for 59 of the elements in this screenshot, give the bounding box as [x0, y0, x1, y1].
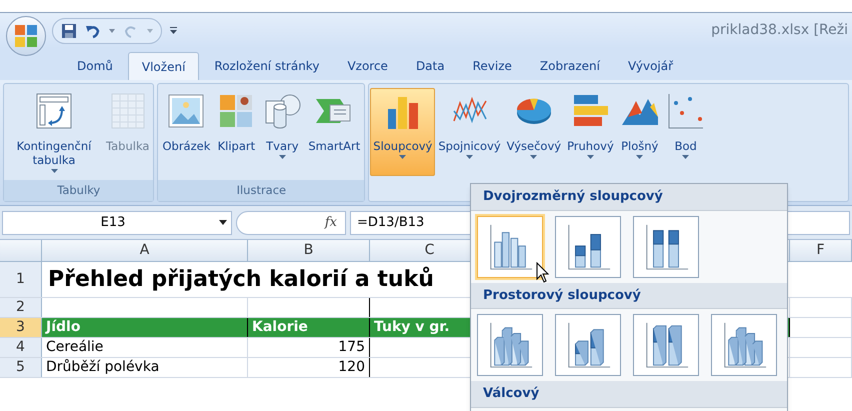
sheet-title: Přehled přijatých kalorií a tuků: [47, 266, 434, 294]
column-header[interactable]: A: [42, 240, 248, 261]
chart-subtype-button[interactable]: [477, 314, 543, 376]
ribbon-button[interactable]: Kontingenční tabulka: [5, 88, 103, 178]
row-header[interactable]: 5: [0, 358, 42, 377]
group-label: Ilustrace: [158, 180, 364, 201]
ribbon-tab[interactable]: Vložení: [128, 52, 200, 80]
column-header[interactable]: F: [790, 240, 852, 261]
chart-subtype-button[interactable]: [477, 216, 543, 278]
column-header[interactable]: B: [248, 240, 370, 261]
mouse-cursor-icon: [536, 262, 550, 284]
column-title: Kalorie: [252, 318, 308, 337]
ribbon-tab[interactable]: Rozložení stránky: [201, 52, 332, 80]
office-button[interactable]: [6, 16, 46, 56]
column-title: Tuky v gr.: [374, 318, 450, 337]
column-title: Jídlo: [46, 318, 80, 337]
ribbon-button[interactable]: Pruhový: [564, 88, 617, 176]
name-box[interactable]: E13: [2, 210, 232, 234]
pivot-table-icon: [34, 91, 74, 131]
table-cell-text: Drůběží polévka: [46, 358, 160, 377]
table-cell-text: Cereálie: [46, 338, 104, 357]
caret-icon: [218, 220, 227, 225]
ribbon-button[interactable]: Bod: [662, 88, 709, 176]
office-logo-icon: [14, 24, 38, 48]
ribbon-button[interactable]: Tvary: [259, 88, 306, 176]
row-header[interactable]: 4: [0, 338, 42, 357]
ribbon-button[interactable]: Sloupcový: [370, 88, 436, 176]
chart-subtype-button[interactable]: [555, 216, 621, 278]
save-icon[interactable]: [61, 22, 77, 38]
ribbon-tab[interactable]: Vzorce: [334, 52, 401, 80]
window-title: priklad38.xlsx [Reži: [711, 21, 848, 40]
customize-toolbar-icon[interactable]: [170, 26, 177, 34]
scatter-chart-icon: [666, 91, 706, 131]
function-symbol[interactable]: fx: [324, 212, 337, 232]
table-cell-text: 120: [338, 358, 365, 377]
chart-subtype-button[interactable]: [555, 314, 621, 376]
group-label: Tabulky: [4, 180, 154, 201]
table-cell-text: 175: [338, 338, 365, 357]
ribbon-tab[interactable]: Vývojář: [615, 52, 686, 80]
ribbon-tab[interactable]: Revize: [460, 52, 525, 80]
ribbon-button[interactable]: Klipart: [213, 88, 260, 176]
chart-subtype-button[interactable]: [711, 314, 777, 376]
ribbon-button[interactable]: Výsečový: [504, 88, 564, 176]
chart-subtype-button[interactable]: [633, 314, 699, 376]
ribbon-button[interactable]: Plošný: [616, 88, 663, 176]
menu-section-title: Dvojrozměrný sloupcový: [471, 184, 787, 210]
menu-section-title: Válcový: [471, 381, 787, 408]
row-header[interactable]: 1: [0, 262, 42, 297]
ribbon-tab[interactable]: Zobrazení: [526, 52, 613, 80]
ribbon-button[interactable]: Obrázek: [159, 88, 214, 176]
menu-section-title: Prostorový sloupcový: [471, 282, 787, 309]
ribbon-tab[interactable]: Data: [402, 52, 458, 80]
ribbon-button[interactable]: Spojnicový: [435, 88, 504, 176]
ribbon-tab[interactable]: Domů: [64, 52, 126, 80]
row-header[interactable]: 2: [0, 298, 42, 317]
ribbon-button[interactable]: SmartArt: [305, 88, 364, 176]
caret-icon[interactable]: [109, 28, 115, 32]
chart-subtype-button[interactable]: [633, 216, 699, 278]
row-header[interactable]: 3: [0, 318, 42, 337]
